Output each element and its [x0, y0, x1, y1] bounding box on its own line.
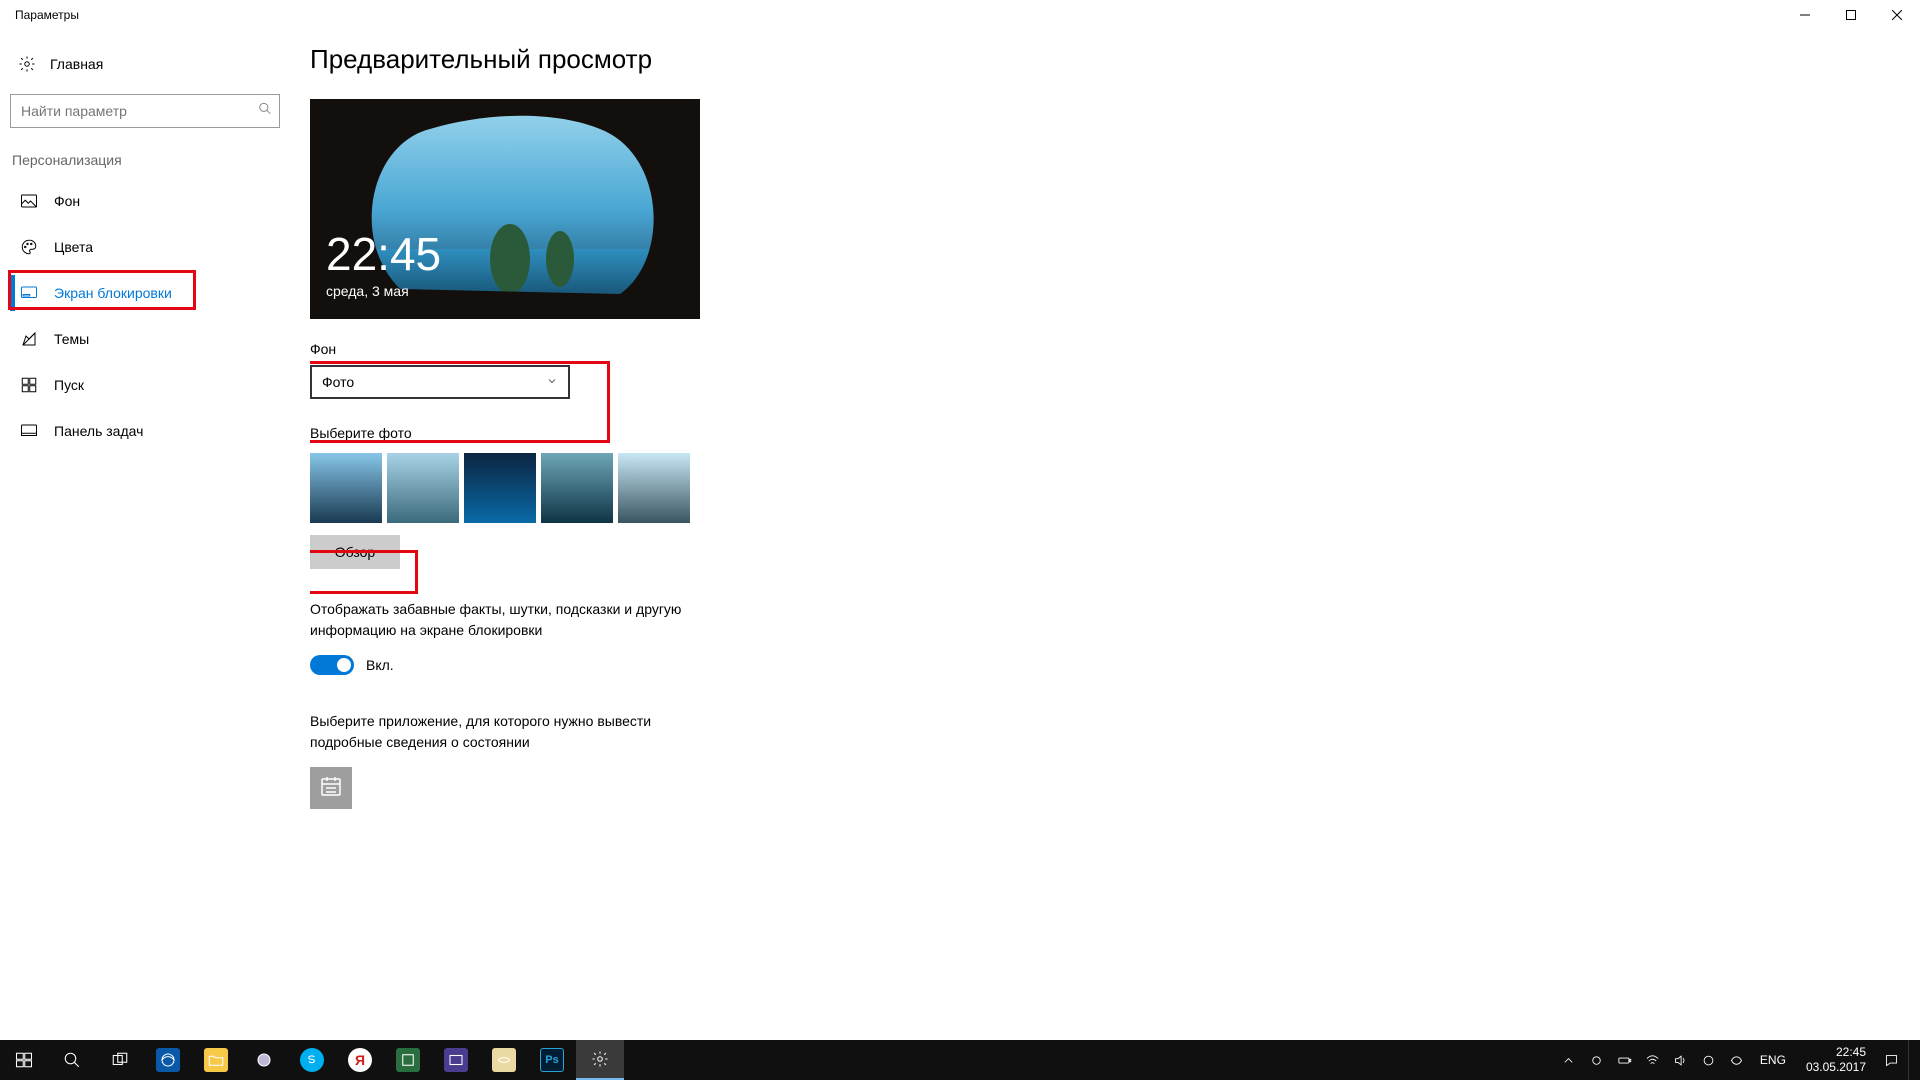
photo-thumbnail[interactable] [541, 453, 613, 523]
status-app-label: Выберите приложение, для которого нужно … [310, 711, 670, 753]
taskbar-search-button[interactable] [48, 1040, 96, 1080]
tray-wifi-icon[interactable] [1642, 1040, 1664, 1080]
taskbar-app-skype[interactable] [288, 1040, 336, 1080]
calendar-icon [319, 774, 343, 803]
taskbar-clock[interactable]: 22:45 03.05.2017 [1798, 1045, 1874, 1075]
background-select[interactable]: Фото [310, 365, 570, 399]
taskbar: Я Ps [0, 1040, 1920, 1080]
photo-thumbnail[interactable] [618, 453, 690, 523]
choose-photo-label: Выберите фото [310, 425, 1880, 441]
photo-thumbnails [310, 453, 1880, 523]
taskbar-date: 03.05.2017 [1806, 1060, 1866, 1075]
taskbar-app-settings[interactable] [576, 1040, 624, 1080]
sidebar-item-label: Цвета [54, 239, 93, 255]
sidebar-item-background[interactable]: Фон [10, 178, 300, 224]
titlebar[interactable]: Параметры [0, 0, 1920, 30]
chevron-down-icon [546, 374, 558, 390]
photo-thumbnail[interactable] [310, 453, 382, 523]
palette-icon [20, 238, 38, 256]
sidebar-item-colors[interactable]: Цвета [10, 224, 300, 270]
sidebar-item-start[interactable]: Пуск [10, 362, 300, 408]
show-desktop-button[interactable] [1908, 1040, 1914, 1080]
sidebar-home-label: Главная [50, 56, 103, 72]
facts-toggle[interactable] [310, 655, 354, 675]
window-title: Параметры [15, 8, 79, 22]
sidebar-item-lockscreen[interactable]: Экран блокировки [10, 270, 300, 316]
tray-overflow-icon[interactable] [1558, 1040, 1580, 1080]
sidebar-home[interactable]: Главная [10, 40, 300, 88]
photo-thumbnail[interactable] [387, 453, 459, 523]
minimize-button[interactable] [1782, 0, 1828, 30]
sidebar-item-themes[interactable]: Темы [10, 316, 300, 362]
tray-app-icon-2[interactable] [1726, 1040, 1748, 1080]
taskbar-icon [20, 422, 38, 440]
taskbar-app-generic-1[interactable] [240, 1040, 288, 1080]
start-icon [20, 376, 38, 394]
sidebar-item-label: Темы [54, 331, 89, 347]
taskbar-app-paint[interactable] [480, 1040, 528, 1080]
action-center-icon[interactable] [1880, 1040, 1902, 1080]
search-icon [258, 102, 272, 121]
taskbar-app-edge[interactable] [144, 1040, 192, 1080]
start-button[interactable] [0, 1040, 48, 1080]
page-title: Предварительный просмотр [310, 44, 1880, 75]
photo-thumbnail[interactable] [464, 453, 536, 523]
taskbar-app-explorer[interactable] [192, 1040, 240, 1080]
maximize-button[interactable] [1828, 0, 1874, 30]
tray-battery-icon[interactable] [1614, 1040, 1636, 1080]
tray-app-icon-1[interactable] [1698, 1040, 1720, 1080]
sidebar: Главная Персонализация Фон [0, 30, 310, 1040]
preview-date: среда, 3 мая [326, 283, 409, 299]
sidebar-item-label: Панель задач [54, 423, 143, 439]
sidebar-item-label: Экран блокировки [54, 285, 172, 301]
task-view-button[interactable] [96, 1040, 144, 1080]
taskbar-time: 22:45 [1806, 1045, 1866, 1060]
facts-label: Отображать забавные факты, шутки, подска… [310, 599, 690, 641]
caption-controls [1782, 0, 1920, 30]
sidebar-item-taskbar[interactable]: Панель задач [10, 408, 300, 454]
taskbar-app-photoshop[interactable]: Ps [528, 1040, 576, 1080]
tray-volume-icon[interactable] [1670, 1040, 1692, 1080]
sidebar-item-label: Пуск [54, 377, 84, 393]
preview-time: 22:45 [326, 231, 441, 277]
themes-icon [20, 330, 38, 348]
background-select-value: Фото [322, 374, 354, 390]
close-button[interactable] [1874, 0, 1920, 30]
background-label: Фон [310, 341, 1880, 357]
picture-icon [20, 192, 38, 210]
content: Предварительный просмотр [310, 30, 1920, 1040]
search-input[interactable] [10, 94, 280, 128]
tray-status-icon[interactable] [1586, 1040, 1608, 1080]
taskbar-app-generic-2[interactable] [384, 1040, 432, 1080]
facts-toggle-state: Вкл. [366, 657, 394, 673]
taskbar-app-generic-3[interactable] [432, 1040, 480, 1080]
sidebar-item-label: Фон [54, 193, 80, 209]
lockscreen-icon [20, 284, 38, 302]
lockscreen-preview: 22:45 среда, 3 мая [310, 99, 700, 319]
settings-window: Параметры Главная [0, 0, 1920, 1040]
taskbar-language[interactable]: ENG [1754, 1053, 1792, 1067]
search-wrap [10, 94, 280, 128]
status-app-tile[interactable] [310, 767, 352, 809]
browse-button[interactable]: Обзор [310, 535, 400, 569]
sidebar-group-title: Персонализация [10, 146, 300, 178]
gear-icon [18, 55, 36, 73]
taskbar-app-yandex[interactable]: Я [336, 1040, 384, 1080]
